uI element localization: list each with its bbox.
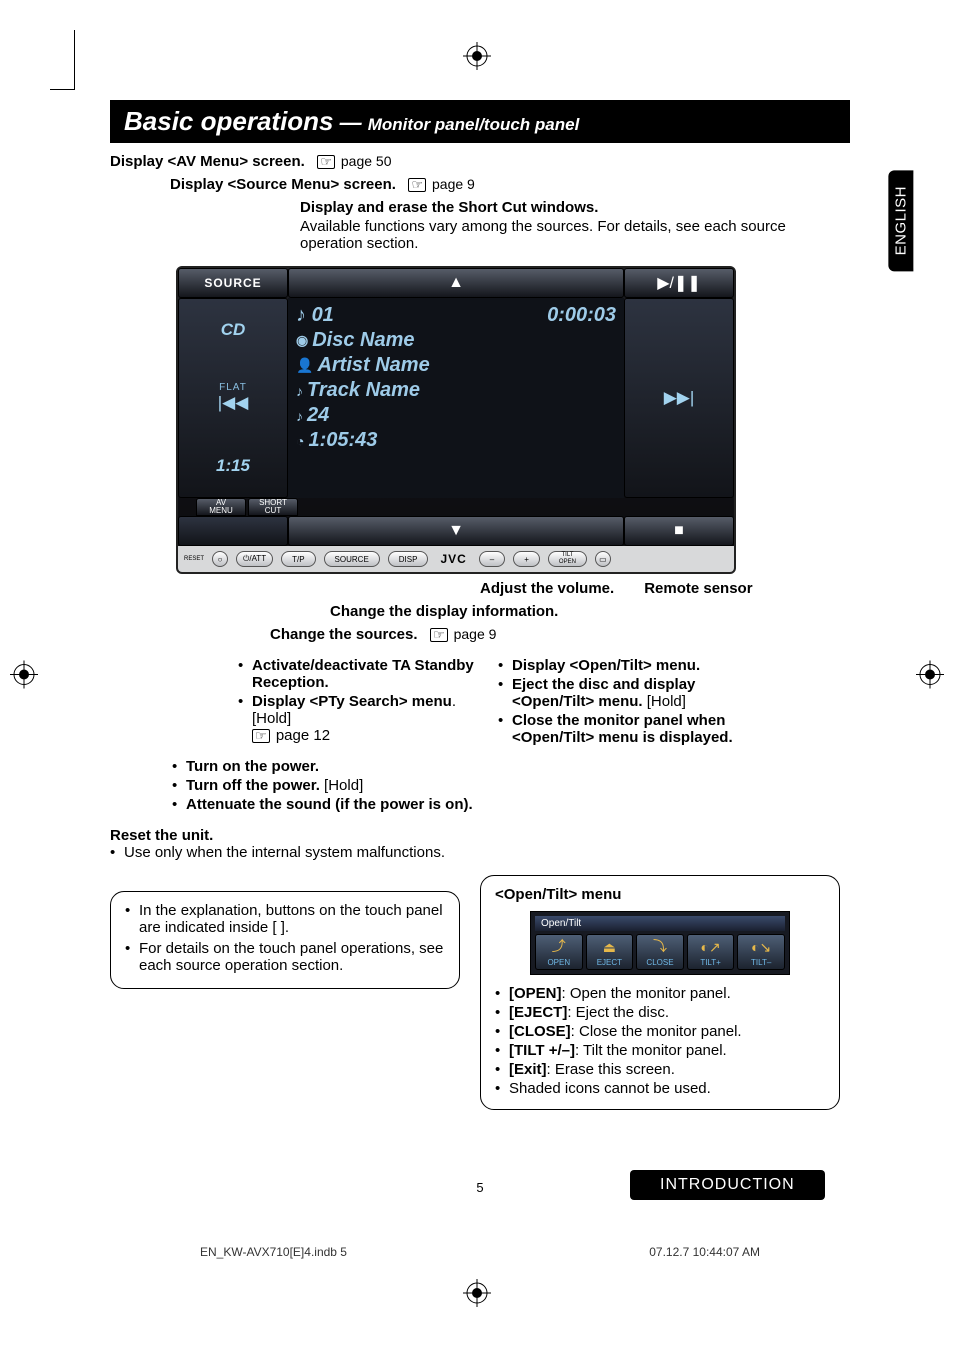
callout-av-menu: Display <AV Menu> screen. ☞ page 50 — [110, 153, 850, 170]
callout-av-menu-text: Display <AV Menu> screen. — [110, 153, 305, 170]
stop-button[interactable]: ■ — [624, 516, 734, 546]
pointer-icon: ☞ — [430, 628, 448, 642]
ref-page: page 9 — [454, 626, 497, 642]
play-pause-button[interactable]: ▶/❚❚ — [624, 268, 734, 298]
pointer-icon: ☞ — [408, 178, 426, 192]
reset-button[interactable]: ○ — [212, 551, 228, 567]
stop-icon: ■ — [674, 522, 684, 540]
track-count: 24 — [307, 404, 329, 427]
registration-mark-bottom — [463, 1279, 491, 1312]
tilt-minus-icon: ◐↘ — [751, 939, 771, 956]
up-arrow-icon: ▲ — [448, 274, 464, 292]
eq-label: FLAT — [218, 382, 249, 393]
track-icon: ♪ — [296, 383, 303, 399]
close-button[interactable]: ⤵CLOSE — [636, 934, 684, 970]
prev-track-icon: |◀◀ — [218, 393, 249, 413]
note-icon: ♪ — [296, 304, 306, 326]
tilt-open-button[interactable]: TILT OPEN — [548, 551, 587, 567]
callout-shortcut-head: Display and erase the Short Cut windows. — [300, 199, 850, 216]
close-panel-icon: ⤵ — [653, 936, 667, 956]
down-button[interactable]: ▼ — [288, 516, 624, 546]
track-number: 01 — [312, 304, 334, 326]
title-sub: Monitor panel/touch panel — [368, 115, 580, 134]
open-tilt-heading: <Open/Tilt> menu — [495, 886, 825, 903]
disc-icon: ◉ — [296, 332, 308, 349]
callout-change-sources: Change the sources. ☞ page 9 — [270, 626, 850, 643]
device-mock: SOURCE ▲ ▶/❚❚ CD FLAT |◀◀ 1:15 ♪ 01 0:00… — [176, 266, 736, 574]
tp-button[interactable]: T/P — [281, 551, 315, 567]
ref-page: page 9 — [432, 176, 475, 192]
next-track-icon: ▶▶| — [664, 388, 695, 408]
clock-display: 1:15 — [216, 456, 250, 476]
tilt-plus-button[interactable]: ◐↗TILT+ — [687, 934, 735, 970]
hardware-button-strip: RESET ○ ⏻/ATT T/P SOURCE DISP JVC – + TI… — [178, 546, 734, 572]
pointer-icon: ☞ — [317, 155, 335, 169]
callout-source-menu-text: Display <Source Menu> screen. — [170, 176, 396, 193]
open-icon: ⤴ — [552, 936, 566, 956]
right-side-panel[interactable]: ▶▶| — [624, 298, 734, 498]
elapsed-time: 0:00:03 — [547, 304, 616, 327]
footer-filename: EN_KW-AVX710[E]4.indb 5 — [200, 1245, 347, 1259]
source-indicator: CD — [221, 320, 246, 340]
page-title-bar: Basic operations — Monitor panel/touch p… — [110, 100, 850, 143]
footer-metadata: EN_KW-AVX710[E]4.indb 5 07.12.7 10:44:07… — [200, 1245, 760, 1259]
note-icon: ♪ — [296, 408, 303, 424]
left-side-panel[interactable]: CD FLAT |◀◀ 1:15 — [178, 298, 288, 498]
callout-volume: Adjust the volume. — [480, 580, 614, 597]
down-arrow-icon: ▼ — [448, 522, 464, 540]
open-button[interactable]: ⤴OPEN — [535, 934, 583, 970]
up-button[interactable]: ▲ — [288, 268, 624, 298]
tilt-plus-icon: ◐↗ — [700, 939, 720, 956]
callout-remote-sensor: Remote sensor — [644, 580, 752, 597]
explanation-note-box: •In the explanation, buttons on the touc… — [110, 891, 460, 989]
eject-icon: ⏏ — [603, 939, 616, 956]
total-time: 1:05:43 — [308, 429, 377, 452]
registration-mark-right — [916, 661, 944, 694]
power-att-button[interactable]: ⏻/ATT — [236, 551, 273, 567]
center-display[interactable]: ♪ 01 0:00:03 ◉Disc Name 👤Artist Name ♪Tr… — [288, 298, 624, 498]
clock-icon: ◔ — [296, 433, 304, 449]
callout-source-menu: Display <Source Menu> screen. ☞ page 9 — [170, 176, 850, 193]
reset-heading: Reset the unit. — [110, 827, 850, 844]
jvc-logo: JVC — [440, 552, 466, 566]
language-tab: ENGLISH — [888, 170, 913, 271]
callout-shortcut-body: Available functions vary among the sourc… — [300, 218, 840, 252]
open-tilt-panel-title: Open/Tilt — [535, 916, 785, 931]
title-dash: — — [334, 110, 368, 135]
eject-button[interactable]: ⏏EJECT — [586, 934, 634, 970]
page-number: 5 — [476, 1180, 483, 1195]
short-cut-tab[interactable]: SHORT CUT — [248, 498, 298, 516]
track-name: Track Name — [307, 379, 420, 402]
ref-page: page 50 — [341, 153, 392, 169]
source-button[interactable]: SOURCE — [178, 268, 288, 298]
pointer-icon: ☞ — [252, 729, 270, 743]
volume-up-button[interactable]: + — [513, 551, 540, 567]
callout-display-info: Change the display information. — [330, 603, 850, 620]
tilt-button-functions: •Display <Open/Tilt> menu. •Eject the di… — [498, 657, 758, 748]
footer-timestamp: 07.12.7 10:44:07 AM — [649, 1245, 760, 1259]
disp-button[interactable]: DISP — [388, 551, 429, 567]
artist-icon: 👤 — [296, 357, 313, 374]
section-tab: INTRODUCTION — [630, 1170, 825, 1200]
reset-label: RESET — [184, 556, 204, 562]
disc-name: Disc Name — [312, 329, 414, 352]
registration-mark-top — [463, 42, 491, 75]
bottom-left-spacer — [178, 516, 288, 546]
open-tilt-menu-box: <Open/Tilt> menu Open/Tilt ⤴OPEN ⏏EJECT … — [480, 875, 840, 1110]
reset-block: Reset the unit. •Use only when the inter… — [110, 827, 850, 861]
registration-mark-left — [10, 661, 38, 694]
av-menu-tab[interactable]: AV MENU — [196, 498, 246, 516]
tp-button-functions: •Activate/deactivate TA Standby Receptio… — [238, 657, 478, 748]
crop-mark — [50, 30, 75, 90]
tilt-minus-button[interactable]: ◐↘TILT– — [737, 934, 785, 970]
open-tilt-panel-mock: Open/Tilt ⤴OPEN ⏏EJECT ⤵CLOSE ◐↗TILT+ ◐↘… — [530, 911, 790, 975]
volume-down-button[interactable]: – — [479, 551, 505, 567]
hw-source-button[interactable]: SOURCE — [324, 551, 380, 567]
power-button-functions: •Turn on the power. •Turn off the power.… — [172, 758, 850, 813]
artist-name: Artist Name — [317, 354, 429, 377]
play-pause-icon: ▶/❚❚ — [657, 273, 701, 293]
title-main: Basic operations — [124, 106, 334, 136]
remote-sensor-window: ▭ — [595, 551, 611, 567]
